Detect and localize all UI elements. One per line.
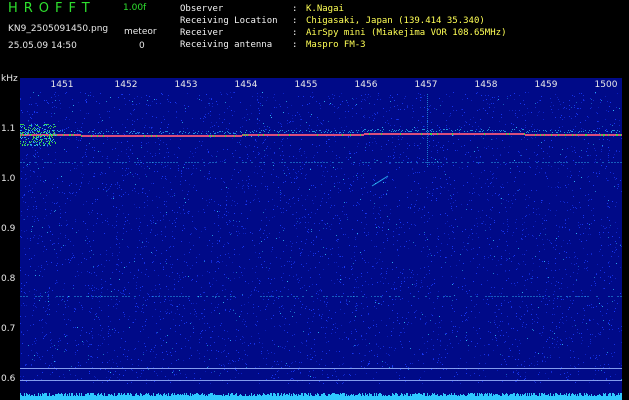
info-sep: : [292, 16, 298, 26]
info-row-receiver: Receiver : AirSpy mini (Miakejima VOR 10… [180, 27, 506, 39]
info-sep: : [292, 4, 298, 14]
info-row-location: Receiving Location : Chigasaki, Japan (1… [180, 15, 506, 27]
time-tick-label: 1500 [594, 80, 618, 90]
freq-tick-label: 0.6 [1, 374, 16, 384]
info-sep: : [292, 40, 298, 50]
time-tick-label: 1457 [414, 80, 438, 90]
info-key: Receiving Location [180, 16, 278, 26]
info-sep: : [292, 28, 298, 38]
info-row-antenna: Receiving antenna : Maspro FM-3 [180, 39, 506, 51]
app-title: HROFFT [8, 1, 96, 16]
info-value: AirSpy mini (Miakejima VOR 108.65MHz) [306, 28, 507, 38]
observation-info: Observer : K.Nagai Receiving Location : … [180, 3, 506, 51]
version-label: 1.00f [123, 3, 147, 13]
frequency-marker-line [20, 368, 622, 369]
time-tick-label: 1453 [174, 80, 198, 90]
frequency-marker-line [20, 380, 622, 381]
time-tick-label: 1456 [354, 80, 378, 90]
time-tick-label: 1458 [474, 80, 498, 90]
timestamp-label: 25.05.09 14:50 [8, 41, 77, 51]
freq-tick-label: 1.0 [1, 174, 16, 184]
meteor-count: 0 [139, 41, 145, 51]
info-row-observer: Observer : K.Nagai [180, 3, 506, 15]
freq-tick-label: 0.9 [1, 224, 16, 234]
time-tick-label: 1451 [50, 80, 74, 90]
time-tick-label: 1452 [114, 80, 138, 90]
info-key: Receiving antenna [180, 40, 273, 50]
time-tick-label: 1455 [294, 80, 318, 90]
time-tick-label: 1454 [234, 80, 258, 90]
spectrogram-plot[interactable]: 1451 1452 1453 1454 1455 1456 1457 1458 … [20, 78, 622, 400]
meteor-label: meteor [124, 27, 157, 37]
info-value: Chigasaki, Japan (139.414 35.340) [306, 16, 485, 26]
time-tick-label: 1459 [534, 80, 558, 90]
frequency-unit-label: kHz [1, 74, 18, 84]
filename-label: KN9_2505091450.png [8, 24, 109, 34]
info-key: Receiver [180, 28, 224, 38]
info-value: K.Nagai [306, 4, 344, 14]
freq-tick-label: 1.1 [1, 124, 16, 134]
freq-tick-label: 0.7 [1, 324, 16, 334]
info-value: Maspro FM-3 [306, 40, 366, 50]
spectrogram-noise [20, 92, 622, 400]
freq-tick-label: 0.8 [1, 274, 16, 284]
header-panel: HROFFT 1.00f KN9_2505091450.png 25.05.09… [0, 0, 629, 72]
info-key: Observer [180, 4, 224, 14]
